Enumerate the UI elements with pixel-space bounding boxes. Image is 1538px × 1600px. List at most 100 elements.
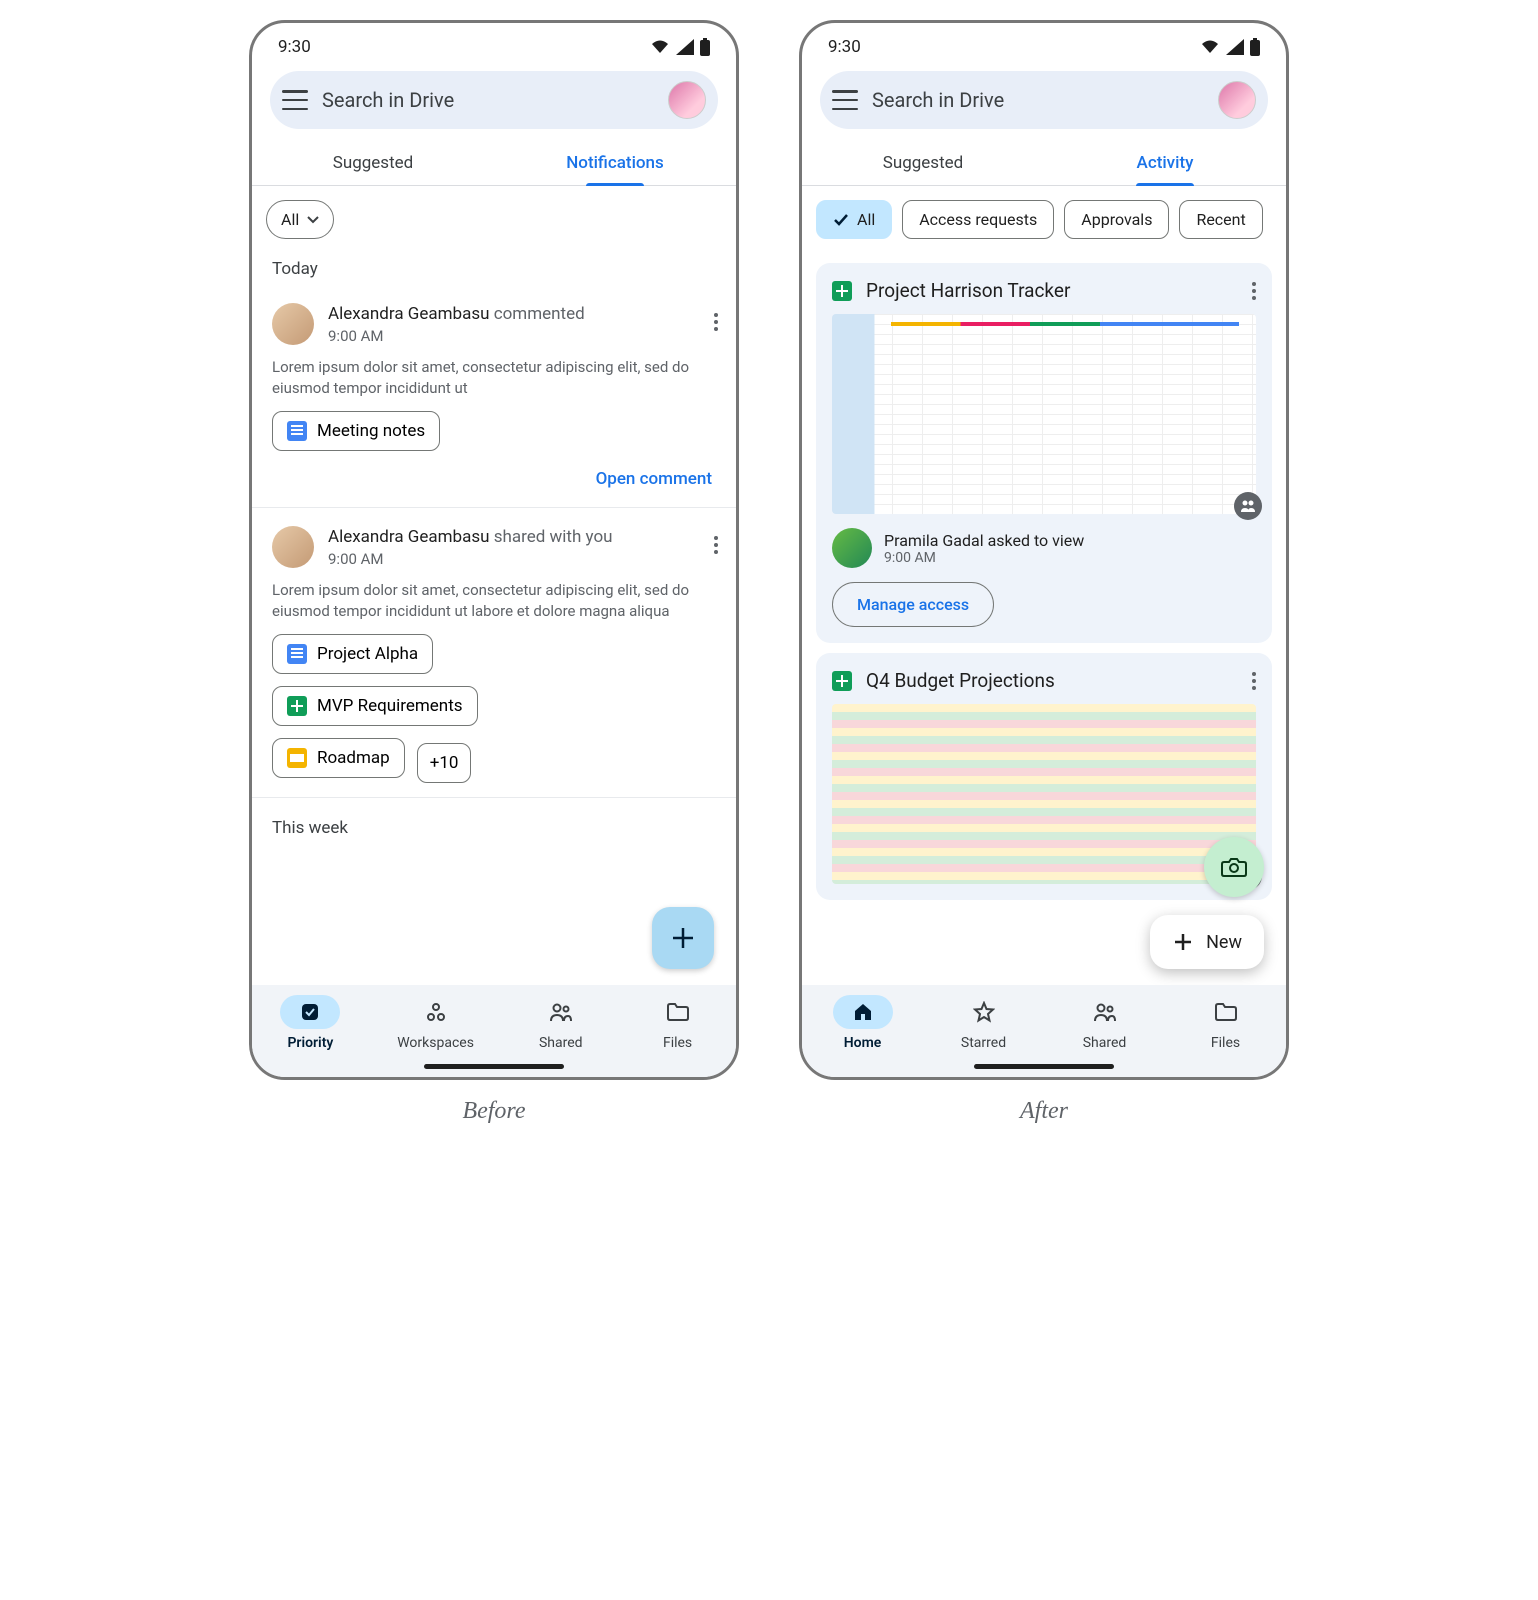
card-title: Project Harrison Tracker bbox=[866, 279, 1238, 302]
file-label: MVP Requirements bbox=[317, 696, 463, 716]
slides-icon bbox=[287, 748, 307, 768]
check-icon bbox=[833, 213, 849, 227]
clock: 9:30 bbox=[828, 37, 861, 57]
account-avatar[interactable] bbox=[1218, 81, 1256, 119]
more-icon[interactable] bbox=[1252, 672, 1256, 690]
file-chip[interactable]: MVP Requirements bbox=[272, 686, 478, 726]
cellular-icon bbox=[676, 39, 694, 55]
phone-before: 9:30 Search in Drive Suggested Notificat… bbox=[249, 20, 739, 1080]
plus-icon bbox=[1172, 931, 1194, 953]
nav-label: Shared bbox=[1083, 1035, 1127, 1051]
tab-activity[interactable]: Activity bbox=[1044, 139, 1286, 185]
docs-icon bbox=[287, 421, 307, 441]
wifi-icon bbox=[1200, 39, 1220, 55]
account-avatar[interactable] bbox=[668, 81, 706, 119]
nav-starred[interactable]: Starred bbox=[954, 995, 1014, 1051]
nav-label: Priority bbox=[287, 1035, 333, 1051]
section-this-week: This week bbox=[252, 798, 736, 844]
search-bar[interactable]: Search in Drive bbox=[820, 71, 1268, 129]
plus-icon bbox=[670, 925, 696, 951]
cellular-icon bbox=[1226, 39, 1244, 55]
nav-shared[interactable]: Shared bbox=[1075, 995, 1135, 1051]
nav-label: Files bbox=[1211, 1035, 1240, 1051]
nav-files[interactable]: Files bbox=[1196, 995, 1256, 1051]
person-avatar bbox=[832, 528, 872, 568]
person-avatar bbox=[272, 303, 314, 345]
person-avatar bbox=[272, 526, 314, 568]
file-label: Meeting notes bbox=[317, 421, 425, 441]
status-icons bbox=[650, 38, 710, 56]
fab-new[interactable]: New bbox=[1150, 915, 1264, 969]
notification-body: Lorem ipsum dolor sit amet, consectetur … bbox=[272, 357, 716, 399]
nav-priority[interactable]: Priority bbox=[280, 995, 340, 1051]
fab-new[interactable] bbox=[652, 907, 714, 969]
more-icon[interactable] bbox=[714, 313, 718, 331]
shared-icon bbox=[549, 1001, 573, 1023]
notification-time: 9:00 AM bbox=[328, 550, 613, 568]
fab-camera[interactable] bbox=[1204, 837, 1264, 897]
manage-access-button[interactable]: Manage access bbox=[832, 582, 994, 627]
file-preview bbox=[832, 704, 1256, 884]
search-bar[interactable]: Search in Drive bbox=[270, 71, 718, 129]
clock: 9:30 bbox=[278, 37, 311, 57]
nav-label: Home bbox=[844, 1035, 882, 1051]
gesture-handle bbox=[974, 1064, 1114, 1069]
battery-icon bbox=[700, 38, 710, 56]
status-bar: 9:30 bbox=[802, 23, 1286, 65]
section-today: Today bbox=[252, 253, 736, 285]
more-icon[interactable] bbox=[1252, 282, 1256, 300]
caption-after: After bbox=[1020, 1098, 1068, 1125]
filter-row: All bbox=[252, 186, 736, 253]
priority-icon bbox=[299, 1001, 321, 1023]
tab-suggested[interactable]: Suggested bbox=[802, 139, 1044, 185]
nav-home[interactable]: Home bbox=[833, 995, 893, 1051]
notification-body: Lorem ipsum dolor sit amet, consectetur … bbox=[272, 580, 716, 622]
tab-notifications[interactable]: Notifications bbox=[494, 139, 736, 185]
sheets-icon bbox=[832, 671, 852, 691]
overflow-chip[interactable]: +10 bbox=[417, 743, 472, 783]
filter-chip-approvals[interactable]: Approvals bbox=[1064, 200, 1169, 239]
fab-label: New bbox=[1206, 932, 1242, 953]
file-chip[interactable]: Roadmap bbox=[272, 738, 405, 778]
docs-icon bbox=[287, 644, 307, 664]
notification-item[interactable]: Alexandra Geambasu commented 9:00 AM Lor… bbox=[252, 285, 736, 508]
search-input[interactable]: Search in Drive bbox=[872, 88, 1204, 112]
workspaces-icon bbox=[425, 1001, 447, 1023]
before-column: 9:30 Search in Drive Suggested Notificat… bbox=[249, 20, 739, 1125]
filter-chip-recent[interactable]: Recent bbox=[1179, 200, 1262, 239]
gesture-handle bbox=[424, 1064, 564, 1069]
file-chip[interactable]: Project Alpha bbox=[272, 634, 433, 674]
activity-text: Pramila Gadal asked to view bbox=[884, 531, 1084, 550]
folder-icon bbox=[1214, 1002, 1238, 1022]
wifi-icon bbox=[650, 39, 670, 55]
tabs: Suggested Activity bbox=[802, 139, 1286, 186]
filter-chip-all[interactable]: All bbox=[816, 200, 892, 239]
file-label: Project Alpha bbox=[317, 644, 418, 664]
open-comment-link[interactable]: Open comment bbox=[272, 451, 716, 493]
filter-chip-all[interactable]: All bbox=[266, 200, 334, 239]
nav-label: Starred bbox=[961, 1035, 1006, 1051]
file-label: Roadmap bbox=[317, 748, 390, 768]
nav-shared[interactable]: Shared bbox=[531, 995, 591, 1051]
notification-item[interactable]: Alexandra Geambasu shared with you 9:00 … bbox=[252, 508, 736, 798]
search-input[interactable]: Search in Drive bbox=[322, 88, 654, 112]
status-bar: 9:30 bbox=[252, 23, 736, 65]
shared-icon bbox=[1093, 1001, 1117, 1023]
menu-icon[interactable] bbox=[282, 90, 308, 110]
folder-icon bbox=[666, 1002, 690, 1022]
chevron-down-icon bbox=[307, 216, 319, 224]
activity-card[interactable]: Project Harrison Tracker Pramila Gadal a… bbox=[816, 263, 1272, 643]
nav-workspaces[interactable]: Workspaces bbox=[397, 995, 474, 1051]
nav-files[interactable]: Files bbox=[648, 995, 708, 1051]
sheets-icon bbox=[287, 696, 307, 716]
menu-icon[interactable] bbox=[832, 90, 858, 110]
file-chip-meeting-notes[interactable]: Meeting notes bbox=[272, 411, 440, 451]
chip-label: All bbox=[857, 210, 875, 229]
filter-chip-access[interactable]: Access requests bbox=[902, 200, 1054, 239]
tab-suggested[interactable]: Suggested bbox=[252, 139, 494, 185]
shared-badge-icon bbox=[1234, 492, 1262, 520]
phone-after: 9:30 Search in Drive Suggested Activity … bbox=[799, 20, 1289, 1080]
notification-title: Alexandra Geambasu commented bbox=[328, 303, 585, 325]
more-icon[interactable] bbox=[714, 536, 718, 554]
home-icon bbox=[852, 1001, 874, 1023]
